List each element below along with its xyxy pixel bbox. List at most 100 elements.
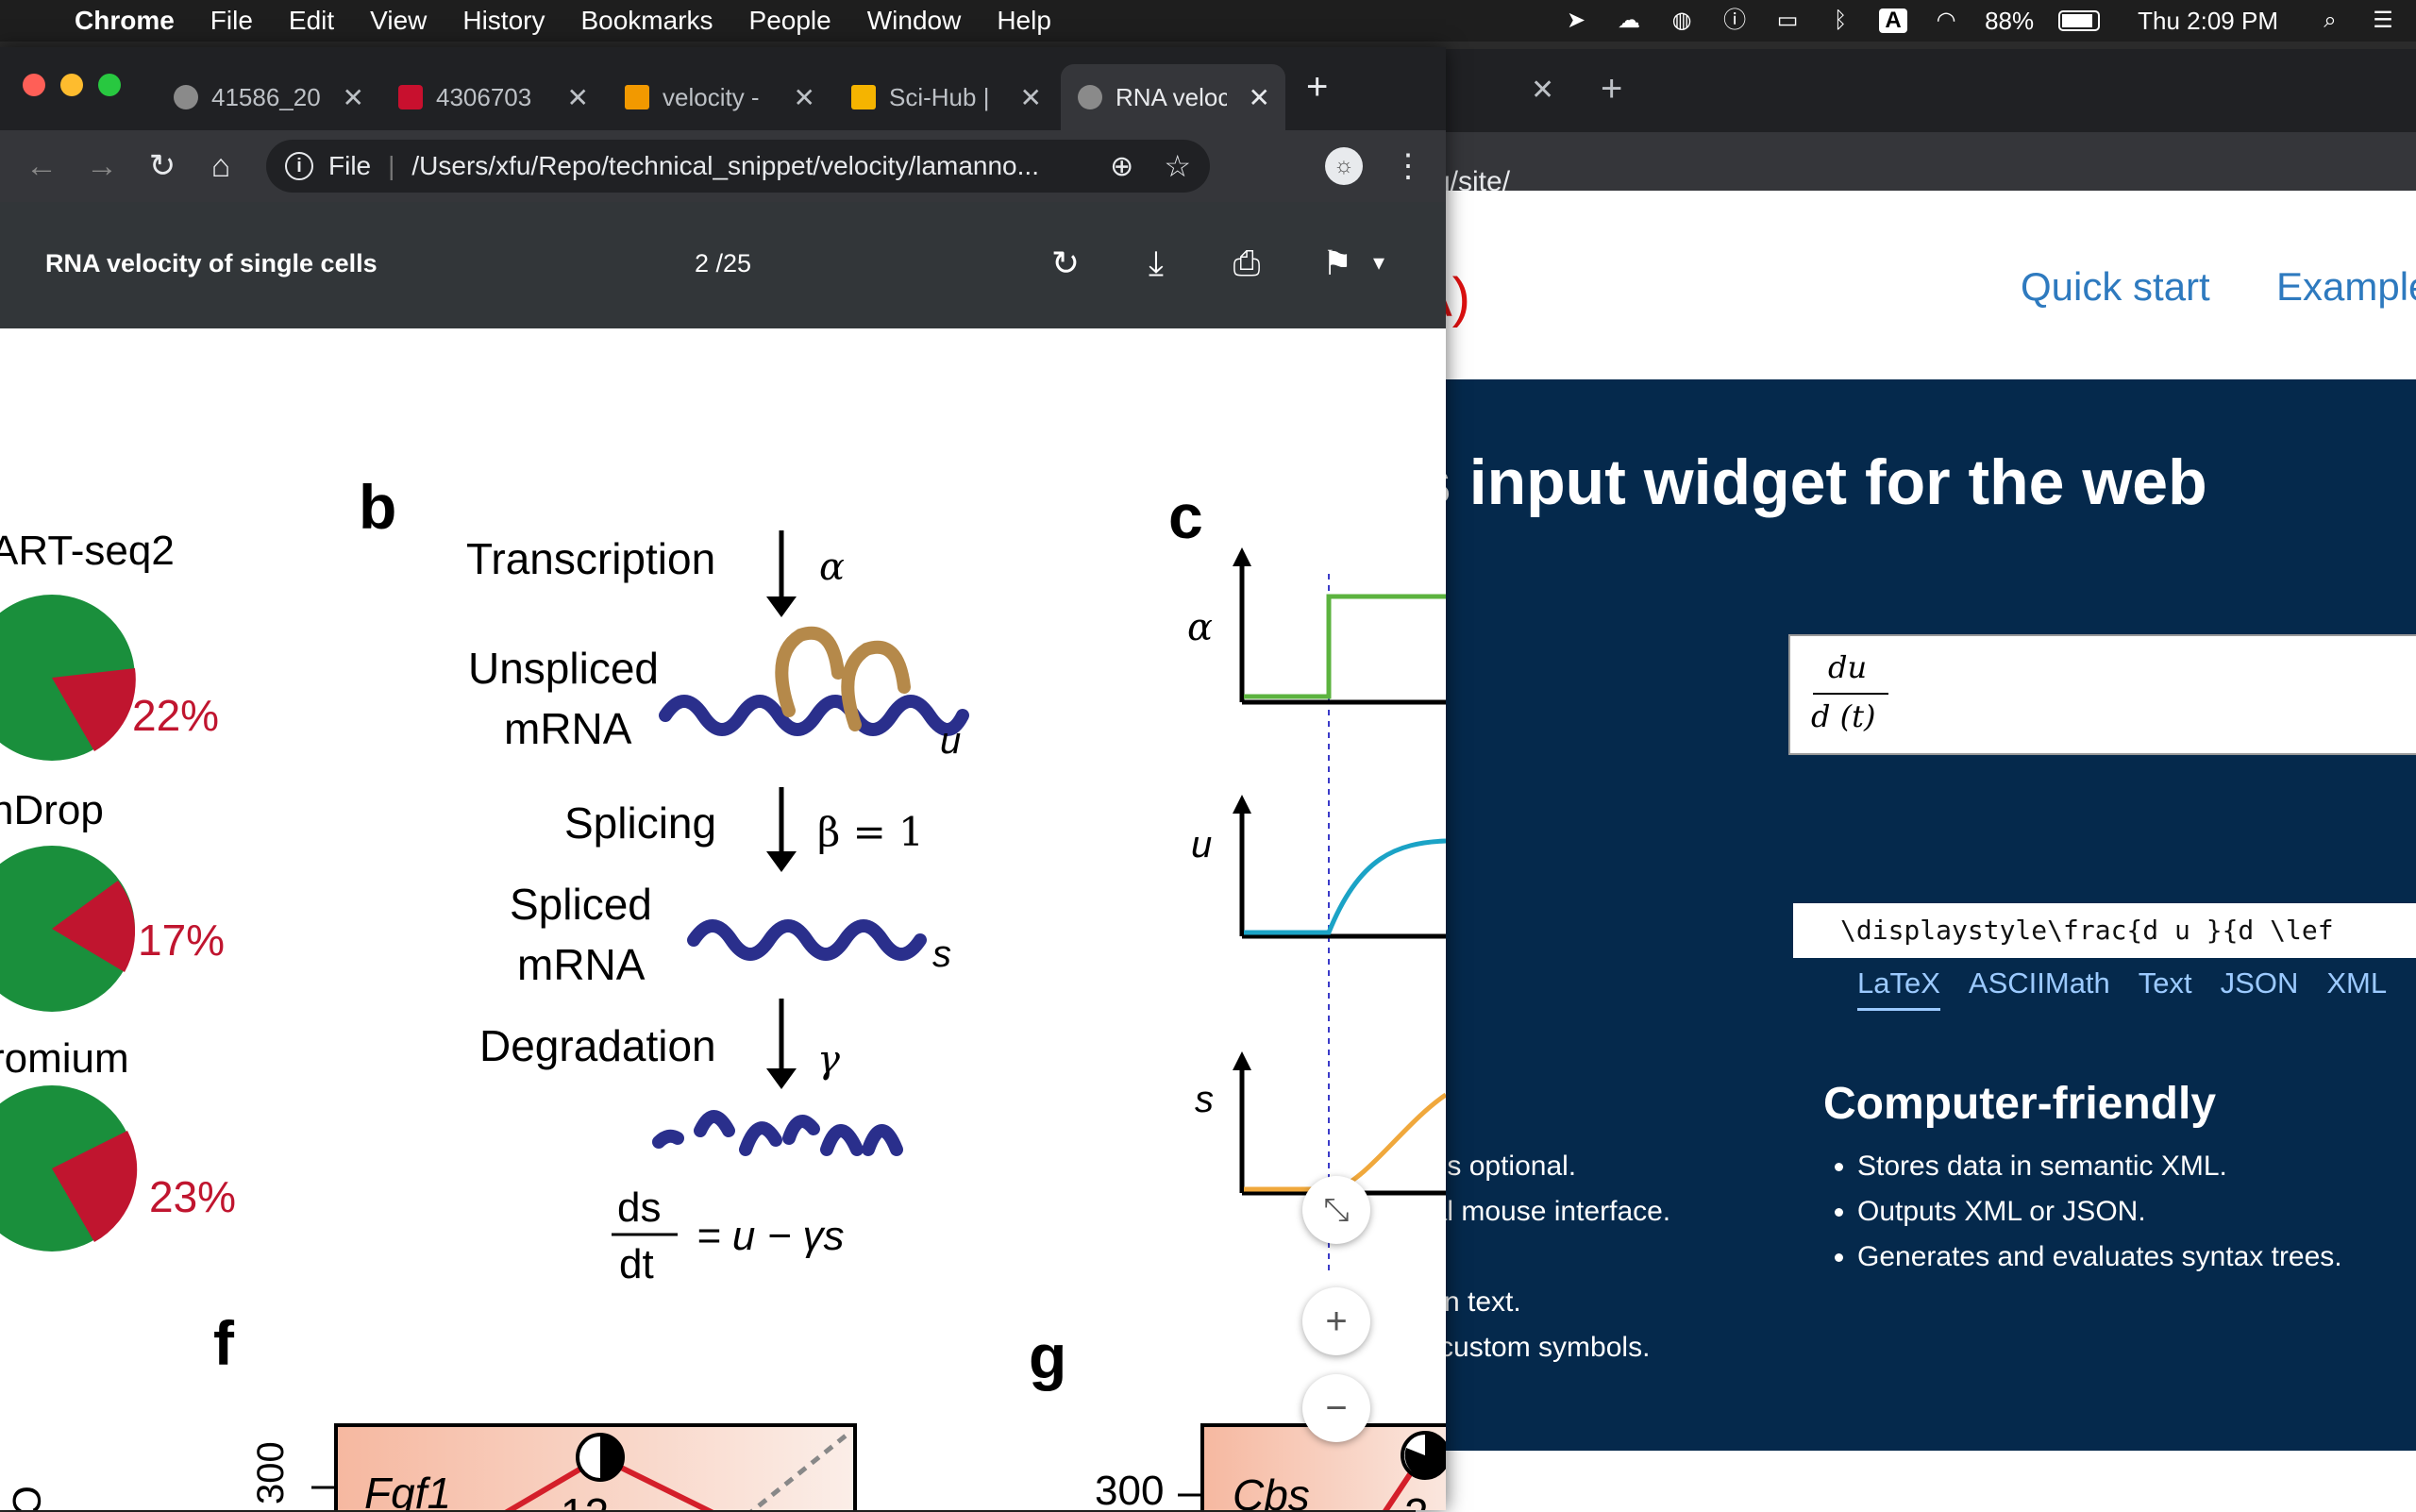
step-unspliced: Unspliced [468,644,659,693]
rotate-icon[interactable]: ↻ [1042,240,1089,287]
panel-f-n1: 12 [561,1489,609,1510]
format-tabs: LaTeX ASCIIMath Text JSON XML [1857,966,2387,1011]
spliced-rna-squiggle [687,919,927,961]
back-tab-close-icon[interactable]: ✕ [1531,74,1554,107]
clock[interactable]: Thu 2:09 PM [2138,7,2278,36]
menu-kebab-icon[interactable]: ⋮ [1385,143,1431,189]
fit-to-page-button[interactable]: ⤡ [1302,1176,1370,1244]
menu-history[interactable]: History [445,6,562,36]
latex-output[interactable]: \displaystyle\frac{d u }{d \lef [1793,903,2416,958]
tab-latex[interactable]: LaTeX [1857,966,1940,1011]
close-icon[interactable]: ✕ [567,82,589,113]
panel-f-tick: 300 [250,1441,292,1504]
close-icon[interactable]: ✕ [1249,82,1270,113]
menu-edit[interactable]: Edit [271,6,352,36]
menu-file[interactable]: File [193,6,271,36]
menu-window[interactable]: Window [849,6,980,36]
notification-center-icon[interactable]: ☰ [2369,8,2397,33]
password-icon[interactable]: ⓘ [1720,8,1749,33]
zoom-in-button[interactable]: + [1302,1287,1370,1355]
new-tab-icon[interactable]: + [1306,66,1328,109]
wifi-icon[interactable]: ◠ [1932,8,1960,33]
zoom-out-button[interactable]: − [1302,1374,1370,1442]
tab-3[interactable]: velocity - ✕ [608,64,830,130]
close-icon[interactable]: ✕ [794,82,815,113]
tab-4[interactable]: Sci-Hub | ✕ [834,64,1057,130]
axis-u: u [1191,824,1212,865]
panel-f-side-label: Cbs [5,1486,49,1510]
zoom-icon[interactable]: ⊕ [1110,150,1133,183]
var-s: s [932,933,951,975]
pdf-title: RNA velocity of single cells [45,249,378,277]
axis-arrow [1233,547,1251,566]
browser-toolbar: ← → ↻ ⌂ i File | /Users/xfu/Repo/technic… [0,130,1446,202]
math-numerator: du [1828,649,1868,685]
degraded-rna-fragments [652,1110,903,1156]
fraction-bar [1813,693,1888,695]
tab-xml[interactable]: XML [2326,966,2387,1011]
var-u: u [940,720,961,762]
home-icon[interactable]: ⌂ [198,143,243,189]
menu-app-name[interactable]: Chrome [57,6,193,36]
tab-2[interactable]: 4306703 ✕ [381,64,604,130]
airplay-icon[interactable]: ▭ [1773,8,1802,33]
close-window-button[interactable] [23,74,45,96]
feature-item: Generates and evaluates syntax trees. [1857,1235,2342,1280]
bluetooth-icon[interactable]: ᛒ [1826,8,1854,33]
tab-title: 4306703 [436,82,532,111]
status-area: ➤ ☁ ◍ ⓘ ▭ ᛒ A ◠ 88% Thu 2:09 PM ⌕ ☰ [1562,0,2397,42]
chevron-down-icon[interactable]: ▾ [1355,240,1402,287]
menu-bar: Chrome File Edit View History Bookmarks … [0,0,2416,42]
panel-f-gene: Fgf1 [364,1469,451,1510]
biorxiv-icon [398,85,423,109]
url-text[interactable]: /Users/xfu/Repo/technical_snippet/veloci… [411,151,1039,181]
figure-canvas: ART-seq2 22% nDrop 17% romium 23% b Tran… [0,472,1446,1510]
minimize-window-button[interactable] [60,74,83,96]
nav-examples[interactable]: Example [2276,264,2416,310]
menu-people[interactable]: People [731,6,849,36]
panel-c-u: u [1191,795,1446,939]
panel-c-s: s [1195,1051,1446,1196]
close-icon[interactable]: ✕ [1020,82,1042,113]
menu-view[interactable]: View [352,6,445,36]
battery-icon[interactable] [2058,10,2101,31]
back-new-tab-icon[interactable]: + [1601,68,1622,110]
eq-rhs: = u − γs [696,1213,845,1259]
tab-1[interactable]: 41586_20 ✕ [157,64,379,130]
pdf-toolbar: RNA velocity of single cells 2 /25 ↻ ⤓ ⎙… [0,202,1446,328]
input-source-icon[interactable]: A [1879,8,1908,33]
menu-bookmarks[interactable]: Bookmarks [562,6,730,36]
back-browser-window: ✕ + g/site/ A) Quick start Example s inp… [1416,49,2416,1512]
tab-text[interactable]: Text [2139,966,2192,1011]
page-indicator[interactable]: 2 /25 [695,249,751,278]
cloud-icon[interactable]: ☁ [1615,8,1643,33]
tab-5-active[interactable]: RNA veloc ✕ [1061,64,1285,130]
reload-icon[interactable]: ↻ [140,143,185,189]
nav-quick-start[interactable]: Quick start [2021,264,2210,310]
step-spliced-mrna: mRNA [517,940,646,989]
feature-left-item [1416,1235,1670,1280]
print-icon[interactable]: ⎙ [1223,240,1270,287]
panel-label-g: g [1029,1321,1066,1391]
bookmark-star-icon[interactable]: ☆ [1164,148,1191,184]
tab-json[interactable]: JSON [2221,966,2299,1011]
extension-icon[interactable]: ☼ [1325,147,1363,185]
forward-arrow-icon[interactable]: → [79,143,125,189]
panel-label-c: c [1168,481,1203,551]
location-icon[interactable]: ➤ [1562,8,1590,33]
zoom-window-button[interactable] [98,74,121,96]
globe-icon[interactable]: ◍ [1668,8,1696,33]
download-icon[interactable]: ⤓ [1132,240,1180,287]
u-curve [1244,838,1446,935]
globe-icon [1078,85,1102,109]
tab-strip: 41586_20 ✕ 4306703 ✕ velocity - ✕ Sci-Hu… [0,47,1446,130]
address-bar[interactable]: i File | /Users/xfu/Repo/technical_snipp… [266,140,1210,193]
bookmark-icon[interactable]: ⚑ [1314,240,1361,287]
math-input-widget[interactable]: du d (t) [1788,634,2416,755]
back-arrow-icon[interactable]: ← [19,143,64,189]
tab-asciimath[interactable]: ASCIIMath [1969,966,2110,1011]
close-icon[interactable]: ✕ [343,82,364,113]
spotlight-icon[interactable]: ⌕ [2316,8,2344,33]
info-icon[interactable]: i [285,152,313,180]
menu-help[interactable]: Help [979,6,1069,36]
